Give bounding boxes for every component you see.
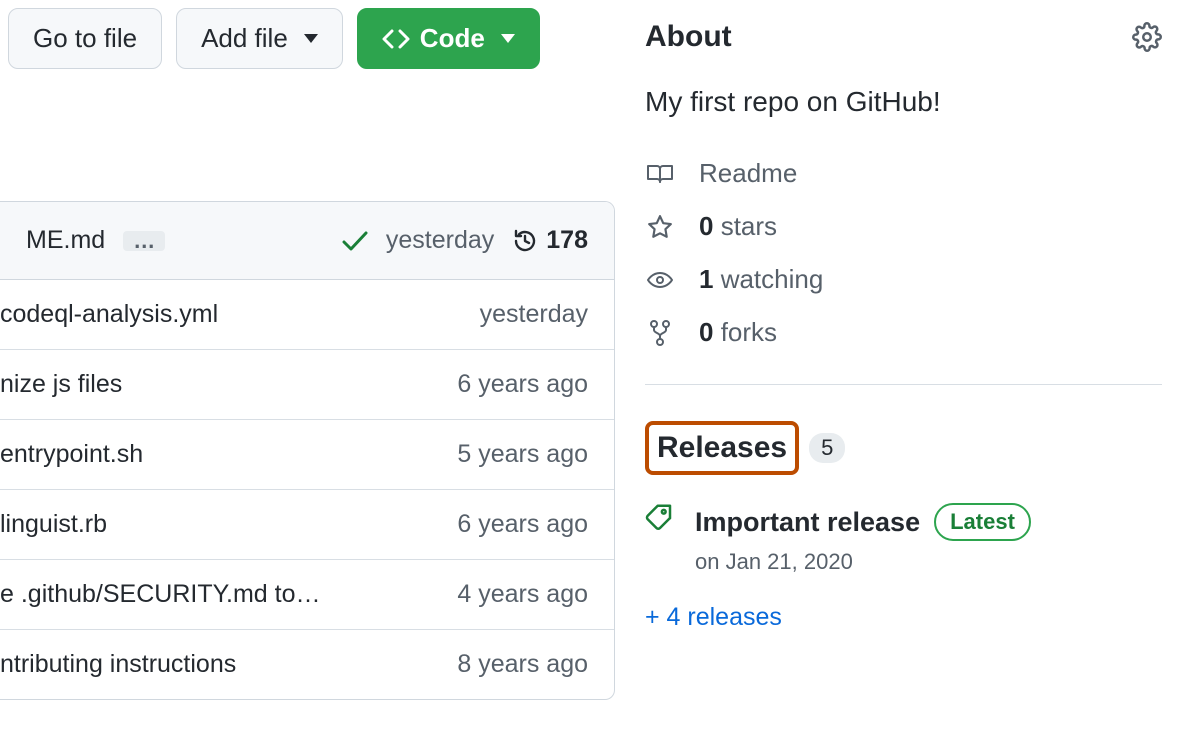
gear-icon[interactable]: [1132, 22, 1162, 52]
file-row[interactable]: entrypoint.sh5 years ago: [0, 420, 614, 490]
releases-highlight: Releases: [645, 421, 799, 475]
stars-label: stars: [713, 211, 777, 241]
eye-icon: [645, 270, 675, 290]
latest-badge: Latest: [934, 503, 1031, 541]
go-to-file-label: Go to file: [33, 23, 137, 54]
commit-count: 178: [546, 226, 588, 255]
file-row[interactable]: codeql-analysis.ymlyesterday: [0, 280, 614, 350]
sidebar: About My first repo on GitHub! Readme 0 …: [615, 0, 1192, 752]
star-icon: [645, 214, 675, 240]
go-to-file-button[interactable]: Go to file: [8, 8, 162, 69]
book-icon: [645, 162, 675, 186]
ellipsis-icon[interactable]: …: [123, 231, 165, 251]
code-button[interactable]: Code: [357, 8, 540, 69]
file-row[interactable]: nize js files6 years ago: [0, 350, 614, 420]
check-icon[interactable]: [342, 230, 368, 252]
code-label: Code: [420, 23, 485, 54]
latest-commit-file[interactable]: ME.md: [26, 226, 105, 255]
history-icon: [512, 228, 538, 254]
file-row[interactable]: ntributing instructions8 years ago: [0, 630, 614, 699]
latest-release-link[interactable]: Important release Latest on Jan 21, 2020: [645, 503, 1162, 575]
forks-label: forks: [713, 317, 777, 347]
forks-link[interactable]: 0 forks: [645, 317, 1162, 348]
divider: [645, 384, 1162, 385]
releases-heading[interactable]: Releases 5: [645, 421, 845, 475]
repo-description: My first repo on GitHub!: [645, 86, 1162, 118]
release-date: on Jan 21, 2020: [695, 549, 1031, 575]
releases-title: Releases: [657, 431, 787, 465]
code-icon: [382, 29, 410, 49]
fork-icon: [645, 319, 675, 347]
add-file-label: Add file: [201, 23, 288, 54]
caret-down-icon: [304, 34, 318, 43]
add-file-button[interactable]: Add file: [176, 8, 343, 69]
about-heading: About: [645, 20, 732, 54]
watching-link[interactable]: 1 watching: [645, 264, 1162, 295]
watching-label: watching: [713, 264, 823, 294]
repo-toolbar: Go to file Add file Code: [0, 8, 615, 91]
tag-icon: [645, 503, 675, 533]
caret-down-icon: [501, 34, 515, 43]
file-row[interactable]: e .github/SECURITY.md to…4 years ago: [0, 560, 614, 630]
release-name: Important release: [695, 507, 920, 538]
forks-count: 0: [699, 317, 713, 347]
file-list: ME.md … yesterday 178 codeql-analysis.ym…: [0, 201, 615, 700]
commit-history-link[interactable]: 178: [512, 226, 588, 255]
latest-commit-time: yesterday: [386, 226, 494, 255]
stars-link[interactable]: 0 stars: [645, 211, 1162, 242]
file-list-header: ME.md … yesterday 178: [0, 202, 614, 280]
stars-count: 0: [699, 211, 713, 241]
watching-count: 1: [699, 264, 713, 294]
file-row[interactable]: linguist.rb6 years ago: [0, 490, 614, 560]
more-releases-link[interactable]: + 4 releases: [645, 603, 1162, 632]
releases-count: 5: [809, 433, 845, 463]
readme-label: Readme: [699, 158, 797, 189]
readme-link[interactable]: Readme: [645, 158, 1162, 189]
